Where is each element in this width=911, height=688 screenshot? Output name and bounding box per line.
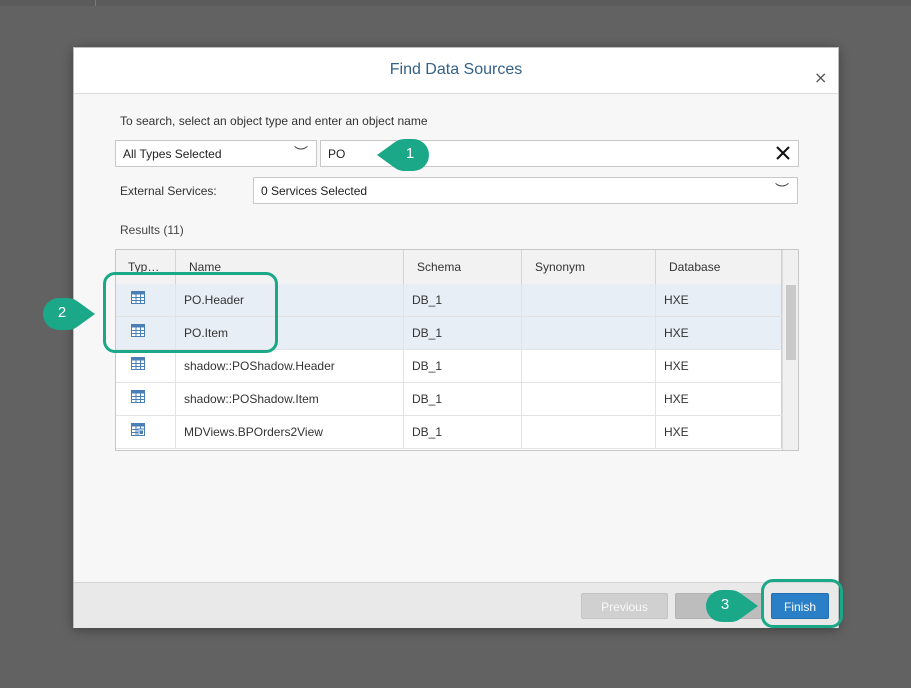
search-instruction: To search, select an object type and ent… (120, 114, 428, 128)
background-app-strip (0, 0, 911, 6)
cell-text: DB_1 (412, 392, 443, 406)
cell-text: HXE (664, 392, 689, 406)
cell-text: DB_1 (412, 326, 443, 340)
table-row[interactable]: MDViews.BPOrders2View DB_1 HXE (116, 416, 782, 449)
callout-badge-3: 3 (705, 589, 760, 623)
column-header-database[interactable]: Database (656, 250, 782, 284)
results-count: Results (11) (120, 223, 184, 237)
highlight-finish-button (761, 579, 843, 628)
cell-text: shadow::POShadow.Header (184, 359, 335, 373)
external-services-label: External Services: (120, 184, 217, 198)
chevron-down-icon[interactable]: ︶ (775, 180, 789, 200)
dialog-title: Find Data Sources (389, 61, 523, 78)
cell-synonym (522, 416, 656, 448)
object-type-value: All Types Selected (123, 147, 222, 161)
cell-schema: DB_1 (404, 383, 522, 415)
cell-type (116, 416, 176, 448)
cell-synonym (522, 317, 656, 349)
chevron-down-icon[interactable]: ︶ (294, 143, 308, 163)
cell-text: HXE (664, 359, 689, 373)
cell-text: DB_1 (412, 425, 443, 439)
cell-text: shadow::POShadow.Item (184, 392, 319, 406)
callout-number: 2 (57, 304, 67, 321)
cell-database: HXE (656, 416, 782, 448)
callout-number: 1 (405, 145, 415, 162)
cell-synonym (522, 284, 656, 316)
cell-schema: DB_1 (404, 416, 522, 448)
cell-database: HXE (656, 383, 782, 415)
cell-type (116, 383, 176, 415)
cell-text: DB_1 (412, 293, 443, 307)
external-services-value: 0 Services Selected (261, 184, 368, 198)
cell-name: MDViews.BPOrders2View (176, 416, 404, 448)
previous-button[interactable]: Previous (581, 593, 668, 619)
table-row[interactable]: shadow::POShadow.Header DB_1 HXE (116, 350, 782, 383)
clear-icon[interactable] (774, 144, 792, 162)
cell-synonym (522, 383, 656, 415)
callout-badge-1: 1 (375, 138, 430, 172)
object-type-select[interactable]: All Types Selected ︶ (115, 140, 317, 167)
cell-text: MDViews.BPOrders2View (184, 425, 323, 439)
table-icon (131, 357, 145, 370)
table-scrollbar[interactable] (782, 250, 798, 450)
cell-name: shadow::POShadow.Item (176, 383, 404, 415)
highlight-selected-rows (103, 272, 278, 353)
table-icon (131, 390, 145, 403)
cell-text: DB_1 (412, 359, 443, 373)
scrollbar-thumb[interactable] (786, 285, 796, 360)
toolbar-separator (95, 0, 96, 6)
column-header-synonym[interactable]: Synonym (522, 250, 656, 284)
dialog-header: Find Data Sources × (74, 48, 838, 94)
cell-schema: DB_1 (404, 317, 522, 349)
cell-schema: DB_1 (404, 284, 522, 316)
search-value: PO (328, 147, 346, 161)
cell-text: HXE (664, 425, 689, 439)
cell-database: HXE (656, 284, 782, 316)
cell-text: HXE (664, 293, 689, 307)
cell-schema: DB_1 (404, 350, 522, 382)
close-icon[interactable]: × (814, 70, 827, 86)
cell-database: HXE (656, 350, 782, 382)
callout-badge-2: 2 (42, 297, 97, 331)
cell-type (116, 350, 176, 382)
callout-number: 3 (720, 596, 730, 613)
cell-synonym (522, 350, 656, 382)
cell-name: shadow::POShadow.Header (176, 350, 404, 382)
cell-database: HXE (656, 317, 782, 349)
cell-text: HXE (664, 326, 689, 340)
view-icon (131, 423, 145, 436)
external-services-select[interactable]: 0 Services Selected ︶ (253, 177, 798, 204)
table-row[interactable]: shadow::POShadow.Item DB_1 HXE (116, 383, 782, 416)
column-header-schema[interactable]: Schema (404, 250, 522, 284)
